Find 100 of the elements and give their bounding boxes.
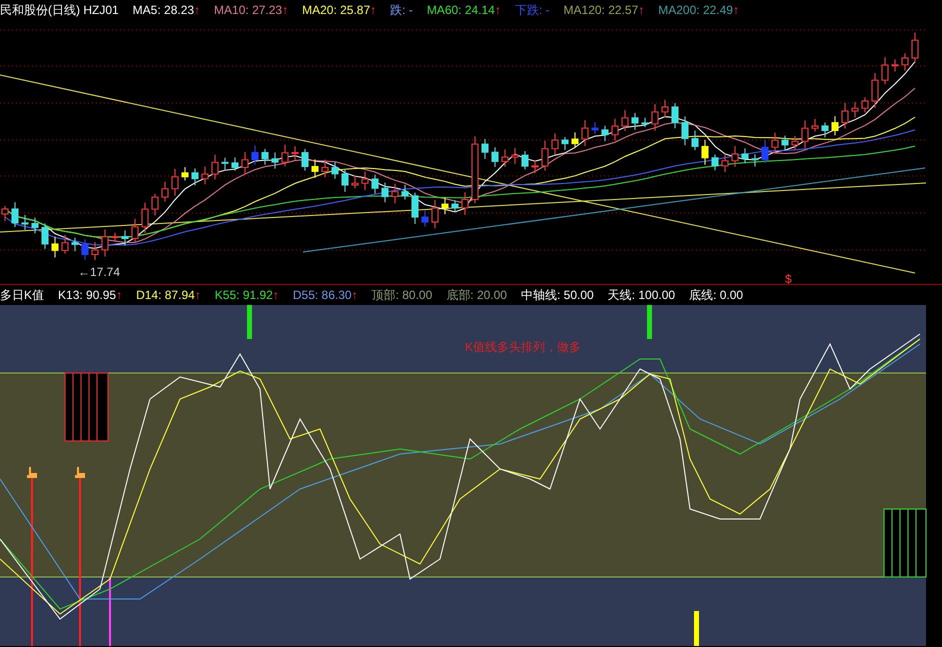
legend-label: 下跌: - — [514, 2, 550, 19]
legend-label: MA200: 22.49 — [658, 2, 733, 19]
candlestick — [872, 72, 878, 108]
annotation-text: K值线多头排列，做多 — [465, 340, 582, 354]
legend-label: MA5: 28.23 — [132, 2, 194, 19]
candlestick — [32, 217, 38, 234]
legend-label: MA60: 24.14 — [426, 2, 495, 19]
striped-block-drawing — [884, 508, 926, 578]
candlestick — [712, 154, 718, 171]
candlestick — [92, 242, 98, 261]
candlestick — [472, 136, 478, 204]
legend-label: 中轴线: 50.00 — [520, 287, 594, 304]
up-arrow-icon: ↑ — [194, 286, 201, 304]
up-arrow-icon: ↑ — [638, 1, 644, 19]
candlestick — [762, 139, 768, 164]
legend-label: MA120: 22.57 — [564, 2, 638, 19]
candlestick — [592, 122, 598, 134]
candlestick — [122, 230, 128, 246]
candlestick — [602, 125, 608, 142]
candlestick — [732, 146, 738, 168]
signal-bar — [247, 305, 252, 339]
candlestick — [402, 184, 408, 200]
candlestick — [742, 148, 748, 164]
candlestick — [512, 147, 518, 164]
candlestick — [332, 162, 338, 180]
candlestick — [852, 101, 858, 118]
candlestick — [22, 214, 28, 230]
candlestick — [722, 153, 728, 172]
candlestick — [812, 118, 818, 132]
candlestick — [632, 112, 638, 130]
candlestick — [662, 99, 668, 118]
legend-label: 多日K值 — [0, 287, 44, 304]
candlestick — [72, 237, 78, 252]
candlestick — [62, 234, 68, 254]
legend-label: MA20: 25.87 — [302, 2, 370, 19]
low-price-label: ←17.74 — [78, 265, 120, 279]
candlestick — [772, 132, 778, 154]
candlestick — [832, 116, 838, 136]
candlestick — [482, 138, 488, 160]
candlestick — [52, 236, 58, 258]
candlestick — [342, 168, 348, 192]
legend-label: 天线: 100.00 — [608, 287, 676, 304]
candlestick — [282, 144, 288, 167]
legend-label: MA10: 27.23 — [214, 2, 282, 19]
candlestick — [502, 148, 508, 168]
candlestick — [142, 202, 148, 234]
candlestick — [362, 171, 368, 191]
candlestick — [562, 136, 568, 151]
candlestick — [552, 132, 558, 156]
candlestick — [222, 157, 228, 170]
candlestick — [642, 117, 648, 128]
candlestick — [82, 238, 88, 260]
candlestick — [532, 160, 538, 174]
candlestick — [312, 158, 318, 178]
candlestick — [462, 192, 468, 216]
legend-label: K55: 91.92 — [214, 287, 273, 304]
candlestick — [752, 154, 758, 168]
candlestick — [882, 56, 888, 85]
candlestick — [572, 132, 578, 148]
candlestick — [152, 193, 158, 216]
candlestick — [792, 135, 798, 151]
candlestick — [352, 175, 358, 189]
candlestick — [392, 183, 398, 204]
candlestick — [452, 200, 458, 213]
legend-label: 跌: - — [390, 2, 413, 19]
candlestick — [802, 120, 808, 149]
up-arrow-icon: ↑ — [282, 1, 288, 19]
hand-pointer-icon — [75, 467, 85, 478]
legend-label: D14: 87.94 — [136, 287, 195, 304]
candlestick — [202, 166, 208, 185]
candlestick — [422, 210, 428, 227]
up-arrow-icon: ↑ — [732, 1, 739, 19]
candlestick — [182, 166, 188, 181]
signal-bar — [647, 305, 652, 339]
candlestick — [782, 135, 788, 151]
candlestick — [582, 120, 588, 147]
candlestick — [42, 222, 48, 250]
candlestick — [12, 202, 18, 228]
candlestick — [892, 58, 898, 72]
candlestick — [232, 157, 238, 172]
candlestick — [262, 148, 268, 166]
legend-label: 底部: 20.00 — [446, 287, 507, 304]
candlestick — [682, 116, 688, 146]
candlestick — [212, 154, 218, 180]
signal-mark: $ — [785, 272, 792, 284]
legend-label: K13: 90.95 — [58, 287, 116, 304]
legend-label: D55: 86.30 — [292, 287, 352, 304]
up-arrow-icon: ↑ — [494, 1, 501, 19]
up-arrow-icon: ↑ — [194, 1, 200, 19]
candlestick — [412, 192, 418, 225]
candlestick — [912, 32, 918, 64]
candlestick — [692, 130, 698, 151]
candlestick — [102, 229, 108, 257]
candlestick — [302, 148, 308, 172]
legend-label: 顶部: 80.00 — [372, 287, 432, 304]
up-arrow-icon: ↑ — [370, 1, 376, 19]
candlestick — [522, 150, 528, 170]
striped-block-drawing — [64, 372, 108, 442]
signal-line — [109, 577, 111, 646]
legend-label: 民和股份(日线) HZJ01 — [0, 2, 119, 19]
